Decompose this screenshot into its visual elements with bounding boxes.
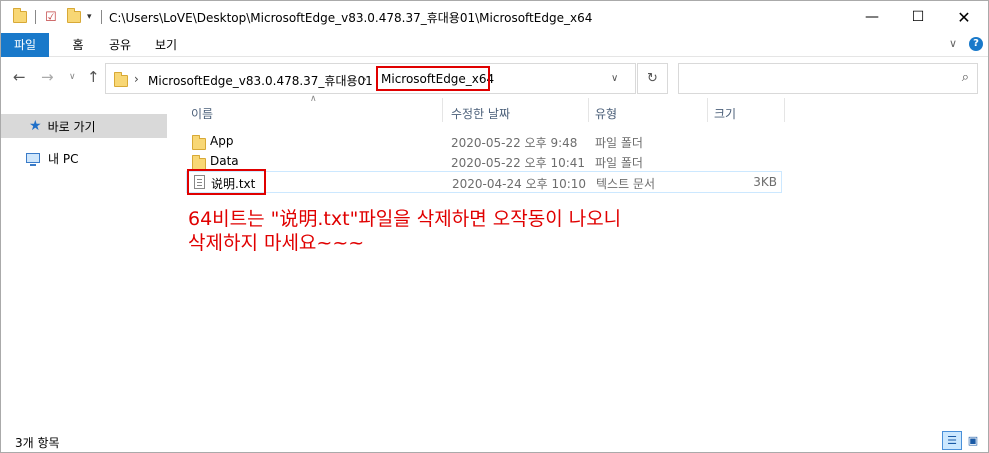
search-input[interactable]: ⌕ xyxy=(678,63,978,94)
address-highlight-box xyxy=(376,66,490,91)
file-name: App xyxy=(210,134,234,148)
recent-locations-icon[interactable]: ∨ xyxy=(69,72,76,82)
expand-ribbon-icon[interactable]: ∨ xyxy=(949,37,957,50)
column-header-size[interactable]: 크기 xyxy=(714,105,736,122)
minimize-icon[interactable]: — xyxy=(849,1,895,33)
file-date: 2020-05-22 오후 10:41 xyxy=(451,156,586,170)
file-date: 2020-05-22 오후 9:48 xyxy=(451,136,578,150)
folder-icon xyxy=(13,8,27,25)
details-view-icon[interactable]: ☰ xyxy=(942,431,962,450)
file-type: 파일 폴더 xyxy=(595,136,643,150)
divider xyxy=(35,10,36,24)
annotation-line: 삭제하지 마세요~~~ xyxy=(188,232,365,254)
new-folder-icon[interactable] xyxy=(67,8,81,25)
divider xyxy=(588,98,589,122)
customize-toolbar-icon[interactable]: ▾ xyxy=(87,9,92,25)
folder-icon xyxy=(114,72,128,89)
navigation-pane: ★ 바로 가기 내 PC xyxy=(1,98,176,428)
maximize-icon[interactable]: ☐ xyxy=(895,1,941,33)
nav-item-this-pc[interactable]: 내 PC xyxy=(1,146,167,170)
divider xyxy=(784,98,785,122)
refresh-icon[interactable]: ↻ xyxy=(637,63,668,94)
file-row[interactable]: Data 2020-05-22 오후 10:41 파일 폴더 xyxy=(186,151,782,171)
large-icons-view-icon[interactable]: ▣ xyxy=(963,431,983,450)
divider xyxy=(101,10,102,24)
tab-view[interactable]: 보기 xyxy=(146,33,186,57)
nav-item-quick-access[interactable]: ★ 바로 가기 xyxy=(1,114,167,138)
file-row[interactable]: App 2020-05-22 오후 9:48 파일 폴더 xyxy=(186,131,782,151)
divider xyxy=(442,98,443,122)
annotation-line: 64비트는 "说明.txt"파일을 삭제하면 오작동이 나오니 xyxy=(188,208,622,230)
forward-icon[interactable]: → xyxy=(41,68,54,86)
star-icon: ★ xyxy=(29,118,42,134)
window-title: C:\Users\LoVE\Desktop\MicrosoftEdge_v83.… xyxy=(109,11,593,25)
up-icon[interactable]: ↑ xyxy=(87,68,100,86)
computer-icon xyxy=(26,153,40,166)
explorer-window: ☑ ▾ C:\Users\LoVE\Desktop\MicrosoftEdge_… xyxy=(0,0,989,453)
column-header-type[interactable]: 유형 xyxy=(595,105,617,122)
help-icon[interactable]: ? xyxy=(969,37,983,51)
ribbon-tabs: 파일 홈 공유 보기 ∨ ? xyxy=(1,33,988,57)
breadcrumb-parent[interactable]: MicrosoftEdge_v83.0.478.37_휴대용01 xyxy=(148,72,373,89)
tab-file[interactable]: 파일 xyxy=(1,33,49,57)
file-type: 파일 폴더 xyxy=(595,156,643,170)
breadcrumb-separator-icon[interactable]: › xyxy=(134,72,139,86)
close-icon[interactable]: ✕ xyxy=(941,1,987,33)
divider xyxy=(707,98,708,122)
breadcrumb-separator-icon[interactable]: › xyxy=(362,72,367,86)
annotation-note: 64비트는 "说明.txt"파일을 삭제하면 오작동이 나오니 삭제하지 마세요… xyxy=(188,207,621,255)
file-type: 텍스트 문서 xyxy=(596,177,656,191)
back-icon[interactable]: ← xyxy=(13,68,26,86)
tab-home[interactable]: 홈 xyxy=(63,33,93,57)
status-item-count: 3개 항목 xyxy=(15,436,60,450)
address-row: ← → ∨ ↑ › MicrosoftEdge_v83.0.478.37_휴대용… xyxy=(1,58,988,98)
sort-ascending-icon: ∧ xyxy=(310,94,317,104)
file-row[interactable]: 说明.txt 2020-04-24 오후 10:10 텍스트 문서 3KB xyxy=(186,171,782,193)
search-icon: ⌕ xyxy=(961,70,969,85)
address-bar[interactable]: › MicrosoftEdge_v83.0.478.37_휴대용01 › Mic… xyxy=(105,63,636,94)
properties-icon[interactable]: ☑ xyxy=(45,9,57,25)
tab-share[interactable]: 공유 xyxy=(100,33,140,57)
column-header-date[interactable]: 수정한 날짜 xyxy=(451,105,510,122)
column-header-name[interactable]: 이름 xyxy=(191,105,213,122)
file-highlight-box xyxy=(187,169,266,195)
address-dropdown-icon[interactable]: ∨ xyxy=(611,73,618,84)
file-date: 2020-04-24 오후 10:10 xyxy=(452,177,587,191)
nav-item-label: 바로 가기 xyxy=(47,119,96,134)
title-bar: ☑ ▾ C:\Users\LoVE\Desktop\MicrosoftEdge_… xyxy=(1,1,988,33)
file-name: Data xyxy=(210,154,239,168)
file-size: 3KB xyxy=(753,175,777,189)
nav-item-label: 내 PC xyxy=(48,151,79,166)
